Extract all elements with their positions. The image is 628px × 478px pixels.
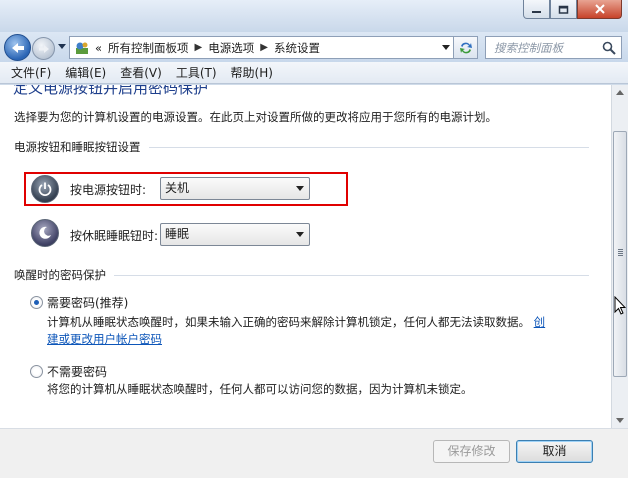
breadcrumb-item-power-options[interactable]: 电源选项 bbox=[208, 40, 254, 56]
menu-file[interactable]: 文件(F) bbox=[4, 64, 58, 81]
breadcrumb-overflow[interactable]: « bbox=[95, 41, 102, 55]
section-wakeup-password: 唤醒时的密码保护 bbox=[14, 267, 589, 283]
refresh-button[interactable] bbox=[454, 36, 478, 59]
breadcrumb-item-all-control-panel[interactable]: 所有控制面板项 bbox=[108, 40, 189, 56]
search-placeholder: 搜索控制面板 bbox=[494, 40, 563, 55]
address-dropdown-icon[interactable] bbox=[442, 45, 450, 50]
save-changes-button[interactable]: 保存修改 bbox=[433, 440, 510, 463]
vertical-scrollbar[interactable] bbox=[611, 85, 628, 428]
scroll-up-icon[interactable] bbox=[616, 90, 624, 95]
menu-view[interactable]: 查看(V) bbox=[113, 64, 169, 81]
no-password-description: 将您的计算机从睡眠状态唤醒时，任何人都可以访问您的数据，因为计算机未锁定。 bbox=[47, 382, 473, 396]
menu-tools[interactable]: 工具(T) bbox=[169, 64, 224, 81]
chevron-down-icon bbox=[296, 232, 304, 237]
maximize-icon bbox=[558, 5, 569, 14]
require-password-description: 计算机从睡眠状态唤醒时，如果未输入正确的密码来解除计算机锁定，任何人都无法读取数… bbox=[47, 314, 545, 330]
breadcrumb-item-system-settings[interactable]: 系统设置 bbox=[274, 40, 320, 56]
require-password-label[interactable]: 需要密码(推荐) bbox=[47, 294, 128, 311]
scroll-down-icon[interactable] bbox=[616, 418, 624, 423]
create-password-link[interactable]: 建或更改用户帐户密码 bbox=[47, 331, 162, 347]
power-button-action-value: 关机 bbox=[165, 181, 190, 195]
sleep-button-icon bbox=[31, 219, 59, 247]
no-password-radio[interactable] bbox=[30, 365, 43, 378]
menu-edit[interactable]: 编辑(E) bbox=[58, 64, 113, 81]
power-button-label: 按电源按钮时: bbox=[70, 183, 147, 197]
close-button[interactable] bbox=[577, 0, 622, 19]
minimize-button[interactable] bbox=[523, 0, 550, 19]
divider bbox=[148, 146, 589, 148]
search-box[interactable]: 搜索控制面板 bbox=[485, 36, 622, 59]
search-icon[interactable] bbox=[602, 41, 616, 55]
divider bbox=[114, 274, 589, 276]
navigation-bar: « 所有控制面板项 ▶ 电源选项 ▶ 系统设置 搜索控制面板 bbox=[0, 32, 628, 62]
recent-pages-dropdown[interactable] bbox=[58, 44, 66, 49]
require-password-desc-text: 计算机从睡眠状态唤醒时，如果未输入正确的密码来解除计算机锁定，任何人都无法读取数… bbox=[47, 315, 530, 329]
content-pane: 定义电源按钮并启用密码保护 选择要为您的计算机设置的电源设置。在此页上对设置所做… bbox=[0, 85, 611, 428]
page-title: 定义电源按钮并启用密码保护 bbox=[13, 85, 209, 97]
power-button-icon bbox=[31, 175, 59, 203]
section-heading: 电源按钮和睡眠按钮设置 bbox=[14, 140, 141, 154]
power-button-action-select[interactable]: 关机 bbox=[160, 177, 310, 200]
minimize-icon bbox=[532, 10, 541, 13]
maximize-button[interactable] bbox=[550, 0, 577, 19]
cancel-button[interactable]: 取消 bbox=[516, 440, 593, 463]
menu-help[interactable]: 帮助(H) bbox=[224, 64, 280, 81]
section-power-buttons: 电源按钮和睡眠按钮设置 bbox=[14, 139, 589, 155]
grip-icon bbox=[618, 249, 623, 250]
close-icon bbox=[594, 4, 605, 14]
forward-button[interactable] bbox=[32, 37, 55, 60]
require-password-radio[interactable] bbox=[30, 296, 43, 309]
back-button[interactable] bbox=[4, 34, 31, 61]
window-titlebar bbox=[0, 0, 628, 32]
arrow-left-icon bbox=[11, 42, 24, 53]
breadcrumb-separator-icon[interactable]: ▶ bbox=[195, 42, 203, 53]
sleep-button-action-value: 睡眠 bbox=[165, 227, 190, 241]
sleep-button-action-select[interactable]: 睡眠 bbox=[160, 223, 310, 246]
window-controls bbox=[523, 0, 622, 19]
refresh-icon bbox=[459, 42, 472, 53]
breadcrumb-separator-icon[interactable]: ▶ bbox=[260, 42, 268, 53]
address-bar[interactable]: « 所有控制面板项 ▶ 电源选项 ▶ 系统设置 bbox=[69, 36, 454, 59]
chevron-down-icon bbox=[296, 186, 304, 191]
sleep-button-label: 按休眠睡眠钮时: bbox=[70, 229, 159, 243]
create-password-link-start[interactable]: 创 bbox=[534, 315, 546, 329]
resize-cursor-icon bbox=[614, 296, 626, 315]
intro-text: 选择要为您的计算机设置的电源设置。在此页上对设置所做的更改将应用于您所有的电源计… bbox=[14, 110, 497, 124]
footer-bar: 保存修改 取消 bbox=[0, 428, 628, 478]
no-password-label[interactable]: 不需要密码 bbox=[47, 363, 107, 380]
section-heading: 唤醒时的密码保护 bbox=[14, 268, 106, 282]
scroll-thumb[interactable] bbox=[613, 131, 627, 377]
arrow-right-icon bbox=[38, 44, 49, 53]
menu-bar: 文件(F) 编辑(E) 查看(V) 工具(T) 帮助(H) bbox=[0, 62, 628, 84]
control-panel-icon bbox=[76, 42, 88, 54]
